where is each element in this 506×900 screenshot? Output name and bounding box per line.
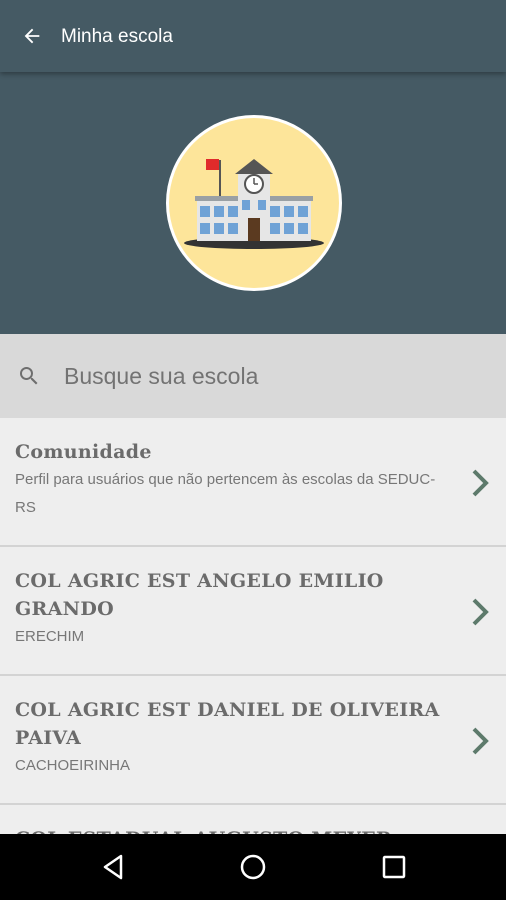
chevron-right-icon[interactable]	[470, 468, 490, 498]
school-city: ERECHIM	[15, 628, 85, 645]
back-button[interactable]	[14, 18, 50, 54]
app-toolbar: Minha escola	[0, 0, 506, 72]
back-triangle-icon[interactable]	[97, 850, 131, 884]
hero-banner	[0, 72, 506, 334]
school-name: COL ESTADUAL AUGUSTO MEYER	[15, 825, 445, 834]
recents-square-icon[interactable]	[377, 850, 411, 884]
list-item[interactable]: COL AGRIC EST DANIEL DE OLIVEIRA PAIVA C…	[0, 676, 506, 805]
school-name: Comunidade	[15, 441, 152, 463]
search-input[interactable]	[64, 356, 484, 396]
toolbar-title: Minha escola	[61, 26, 173, 47]
school-name: COL AGRIC EST DANIEL DE OLIVEIRA PAIVA	[15, 699, 440, 749]
arrow-left-icon	[24, 28, 40, 44]
chevron-right-icon[interactable]	[470, 597, 490, 627]
system-nav-bar	[0, 834, 506, 900]
list-item[interactable]: COL ESTADUAL AUGUSTO MEYER	[0, 805, 506, 834]
school-emblem	[166, 115, 342, 291]
list-item[interactable]: Comunidade Perfil para usuários que não …	[0, 418, 506, 547]
chevron-right-icon[interactable]	[470, 726, 490, 756]
school-city: CACHOEIRINHA	[15, 757, 131, 774]
list-item[interactable]: COL AGRIC EST ANGELO EMILIO GRANDO ERECH…	[0, 547, 506, 676]
search-icon	[20, 367, 38, 385]
school-list: Comunidade Perfil para usuários que não …	[0, 418, 506, 834]
home-circle-icon[interactable]	[236, 850, 270, 884]
school-building-icon	[184, 159, 324, 249]
school-subtitle: Perfil para usuários que não pertencem à…	[15, 471, 436, 516]
school-name: COL AGRIC EST ANGELO EMILIO GRANDO	[15, 570, 384, 620]
